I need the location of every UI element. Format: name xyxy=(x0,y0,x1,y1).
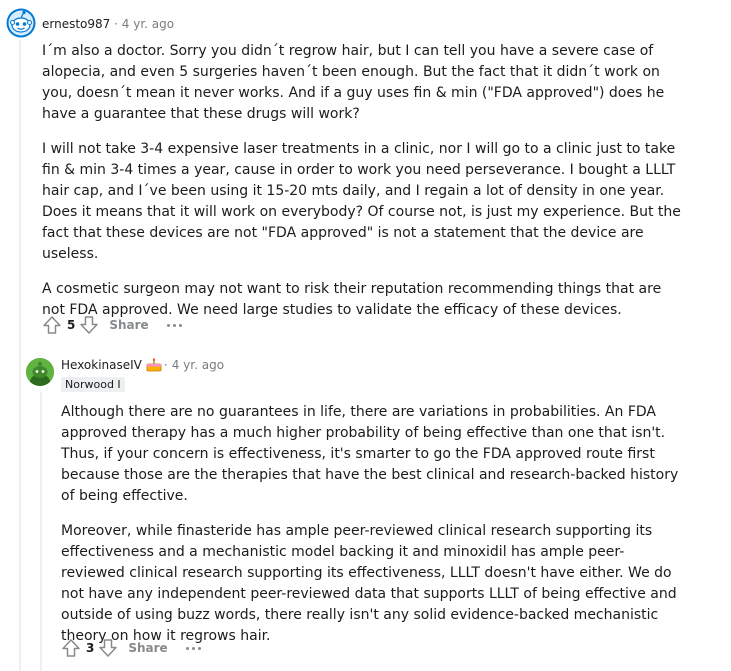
comment-actions: 5 Share xyxy=(40,313,182,337)
more-options-button[interactable] xyxy=(185,636,201,660)
timestamp-link[interactable]: 4 yr. ago xyxy=(172,357,224,373)
more-options-button[interactable] xyxy=(166,313,182,337)
vote-score: 3 xyxy=(86,641,95,655)
username-link[interactable]: HexokinaseIV xyxy=(61,357,142,373)
more-dots-icon xyxy=(185,646,189,650)
comment-meta: HexokinaseIV · 4 yr. ago xyxy=(61,357,224,373)
downvote-arrow-icon xyxy=(99,639,118,657)
meta-separator: · xyxy=(114,17,118,31)
cake-day-icon xyxy=(146,358,162,372)
downvote-button[interactable] xyxy=(96,636,120,660)
vote-score: 5 xyxy=(67,318,76,332)
avatar[interactable] xyxy=(26,358,54,386)
username-link[interactable]: ernesto987 xyxy=(42,17,110,31)
downvote-button[interactable] xyxy=(77,313,101,337)
share-button[interactable]: Share xyxy=(128,641,167,655)
more-dots-icon xyxy=(166,323,170,327)
share-button[interactable]: Share xyxy=(109,318,148,332)
thread-line[interactable] xyxy=(19,40,21,671)
upvote-button[interactable] xyxy=(40,313,64,337)
meta-separator: · xyxy=(163,358,168,372)
comment-body: I´m also a doctor. Sorry you didn´t regr… xyxy=(42,41,687,335)
upvote-arrow-icon xyxy=(43,316,61,334)
avatar[interactable] xyxy=(6,8,36,38)
comment-thread: ernesto987 · 4 yr. ago I´m also a doctor… xyxy=(0,0,731,671)
downvote-arrow-icon xyxy=(80,316,99,334)
upvote-button[interactable] xyxy=(59,636,83,660)
comment-paragraph: Although there are no guarantees in life… xyxy=(61,404,679,504)
comment-meta: ernesto987 · 4 yr. ago xyxy=(42,16,174,32)
snoo-avatar-icon xyxy=(26,358,54,386)
snoo-avatar-icon xyxy=(6,8,36,38)
comment-actions: 3 Share xyxy=(59,636,201,660)
thread-line[interactable] xyxy=(40,392,42,671)
timestamp-link[interactable]: 4 yr. ago xyxy=(122,17,174,31)
comment-paragraph: Moreover, while finasteride has ample pe… xyxy=(61,523,677,644)
comment-paragraph: I´m also a doctor. Sorry you didn´t regr… xyxy=(42,43,665,122)
comment-body: Although there are no guarantees in life… xyxy=(61,402,686,661)
comment-paragraph: I will not take 3-4 expensive laser trea… xyxy=(42,141,681,262)
user-flair: Norwood I xyxy=(61,377,125,392)
upvote-arrow-icon xyxy=(62,639,80,657)
